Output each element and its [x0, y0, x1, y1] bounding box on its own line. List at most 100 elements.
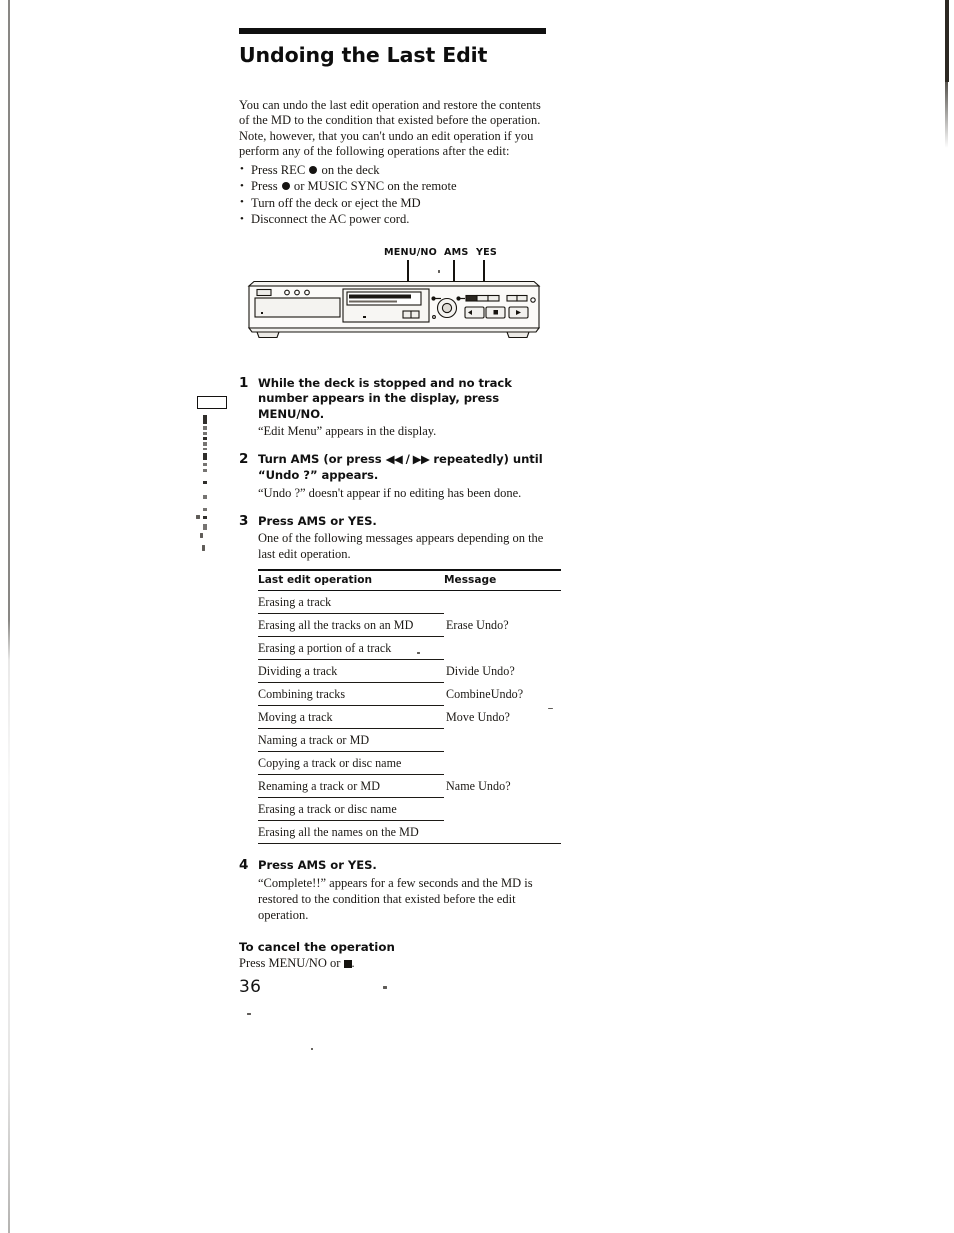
cell-operation: Combining tracks [258, 682, 444, 707]
cell-operation: Erasing a track [258, 590, 444, 615]
intro-paragraph: You can undo the last edit operation and… [239, 97, 541, 159]
scan-speck [548, 708, 553, 709]
table-row: Dividing a track Divide Undo? [258, 659, 561, 684]
scan-artifact-left-edge [8, 0, 10, 1233]
cell-message: Erase Undo? [446, 617, 509, 632]
procedure-steps: 1 While the deck is stopped and no track… [239, 374, 561, 923]
cell-operation: Erasing all the names on the MD [258, 825, 419, 840]
step-1-body: “Edit Menu” appears in the display. [258, 424, 437, 439]
step-4-number: 4 [239, 857, 249, 874]
table-row: Erasing all the names on the MD [258, 821, 561, 844]
figure-callout-labels: MENU/NO AMS YES [239, 246, 559, 262]
step-3-body: One of the following messages appears de… [258, 531, 544, 562]
manual-page: Undoing the Last Edit You can undo the l… [0, 0, 954, 1233]
scan-artifact-right-edge-fade [945, 78, 948, 148]
record-dot-icon [309, 165, 318, 174]
cell-operation: Erasing all the tracks on an MD [258, 613, 444, 638]
bullet-text: Press [251, 179, 281, 194]
bullet-text: Turn off the deck or eject the MD [251, 195, 421, 210]
callout-label-yes: YES [476, 246, 498, 258]
cell-message [444, 821, 561, 844]
table-row: Moving a track Move Undo? [258, 705, 561, 730]
cell-operation: Copying a track or disc name [258, 751, 444, 776]
table-row: Erasing all the tracks on an MD Erase Und… [258, 613, 561, 638]
table-row: Erasing a track or disc name [258, 797, 561, 822]
cancel-text-pre: Press MENU/NO or [239, 956, 344, 970]
intro-bullet-2: Press or MUSIC SYNC on the remote [239, 178, 559, 195]
bullet-text: Press REC [251, 162, 309, 177]
cell-message [444, 729, 561, 752]
table-row: Erasing a portion of a track [258, 636, 561, 661]
cell-operation: Erasing a track or disc name [258, 797, 444, 822]
table-row: Renaming a track or MD Name Undo? [258, 774, 561, 799]
step-1: 1 While the deck is stopped and no track… [239, 374, 559, 440]
step-2: 2 Turn AMS (or press ◀◀ / ▶▶ repeatedly)… [239, 451, 559, 500]
skip-track-icon: ◀◀ / ▶▶ [385, 452, 430, 467]
cancel-section-body: Press MENU/NO or . [239, 955, 559, 971]
cancel-text-post: . [351, 956, 355, 970]
intro-bullet-1: Press REC on the deck [239, 161, 559, 178]
table-row: Erasing a track [258, 590, 561, 615]
cell-message: Divide Undo? [446, 663, 515, 678]
page-title: Undoing the Last Edit [239, 43, 488, 67]
bullet-text: Disconnect the AC power cord. [251, 212, 410, 227]
scan-speck [202, 545, 205, 551]
step-2-number: 2 [239, 451, 249, 468]
md-deck-illustration [247, 280, 541, 338]
intro-bullet-3: Turn off the deck or eject the MD [239, 194, 559, 211]
callout-label-menu-no: MENU/NO [384, 246, 438, 258]
page-content: Undoing the Last Edit You can undo the l… [239, 28, 561, 971]
step-2-heading-pre: Turn AMS (or press [258, 452, 386, 467]
step-4: 4 Press AMS or YES. “Complete!!” appears… [239, 857, 559, 923]
margin-annotation-box [197, 396, 227, 409]
step-2-heading: Turn AMS (or press ◀◀ / ▶▶ repeatedly) u… [258, 452, 559, 483]
cell-message: Name Undo? [446, 778, 511, 793]
cell-message [444, 591, 561, 614]
scan-speck [383, 986, 387, 989]
scan-speck [247, 1013, 251, 1015]
cell-message [444, 798, 561, 821]
page-number: 36 [239, 977, 262, 997]
scan-speck [200, 533, 203, 538]
cell-operation: Erasing a portion of a track [258, 636, 444, 661]
scan-artifact-right-edge [945, 0, 949, 82]
step-1-heading: While the deck is stopped and no track n… [258, 375, 512, 421]
cell-operation: Moving a track [258, 705, 444, 730]
callout-label-ams: AMS [444, 246, 469, 258]
undo-message-table: Last edit operation Message Erasing a tr… [258, 569, 561, 843]
step-3-number: 3 [239, 512, 249, 529]
step-4-body: “Complete!!” appears for a few seconds a… [258, 876, 533, 922]
intro-bullet-4: Disconnect the AC power cord. [239, 211, 559, 228]
title-rule [239, 28, 546, 34]
cancel-section-heading: To cancel the operation [239, 940, 395, 954]
scan-speck [196, 515, 200, 519]
step-4-heading: Press AMS or YES. [258, 858, 377, 873]
cell-message [444, 752, 561, 775]
stop-icon [343, 959, 352, 968]
bullet-text-post: on the deck [318, 162, 380, 177]
table-header-row: Last edit operation Message [258, 569, 561, 592]
table-row: Copying a track or disc name [258, 751, 561, 776]
margin-dash-marks [203, 415, 209, 540]
table-row: Naming a track or MD [258, 728, 561, 753]
record-dot-icon [281, 182, 290, 191]
scan-speck [311, 1048, 313, 1050]
column-header-operation: Last edit operation [258, 569, 444, 592]
intro-bullet-list: Press REC on the deckPress or MUSIC SYNC… [239, 161, 559, 228]
step-3-heading: Press AMS or YES. [258, 513, 377, 528]
cell-message: CombineUndo? [446, 686, 524, 701]
cell-message: Move Undo? [446, 709, 510, 724]
table-bottom-rule [258, 843, 561, 845]
scan-speck [417, 652, 420, 654]
cell-message [444, 637, 561, 660]
cell-operation: Dividing a track [258, 659, 444, 684]
step-1-number: 1 [239, 374, 249, 391]
bullet-text-post: or MUSIC SYNC on the remote [290, 179, 457, 194]
cell-operation: Naming a track or MD [258, 728, 444, 753]
column-header-message: Message [444, 569, 561, 592]
table-row: Combining tracks CombineUndo? [258, 682, 561, 707]
step-2-body: “Undo ?” doesn't appear if no editing ha… [258, 485, 522, 500]
deck-figure: MENU/NO AMS YES [239, 246, 559, 354]
scan-speck [438, 270, 440, 273]
step-3: 3 Press AMS or YES. One of the following… [239, 512, 561, 845]
